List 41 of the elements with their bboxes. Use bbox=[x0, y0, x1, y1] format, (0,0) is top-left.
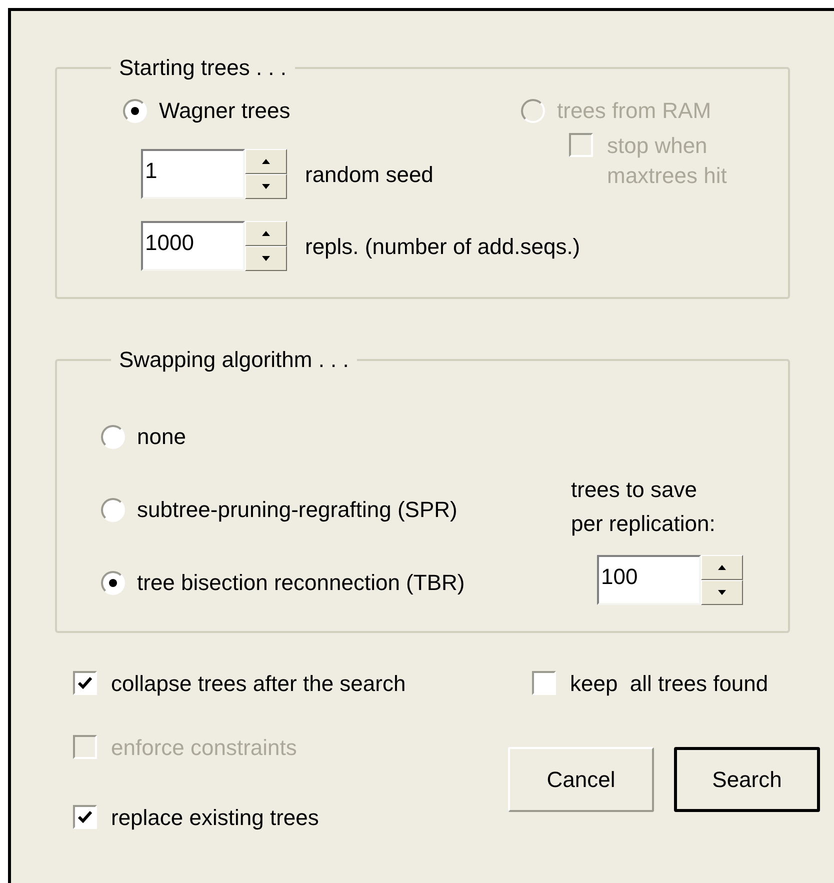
checkbox-label: enforce constraints bbox=[111, 734, 297, 762]
group-title: Swapping algorithm . . . bbox=[118, 346, 350, 374]
dialog-button[interactable]: Cancel bbox=[508, 747, 654, 812]
number-field[interactable]: 1 bbox=[141, 149, 245, 199]
down-triangle-icon bbox=[262, 256, 270, 261]
down-triangle-icon bbox=[262, 184, 270, 189]
checkbox-label: keep all trees found bbox=[570, 670, 768, 698]
checkbox-label: replace existing trees bbox=[111, 804, 319, 832]
radio-label: Wagner trees bbox=[159, 97, 290, 125]
field-label: random seed bbox=[305, 160, 434, 188]
field-label: repls. (number of add.seqs.) bbox=[305, 232, 580, 261]
checkbox[interactable] bbox=[73, 805, 97, 829]
down-triangle-icon bbox=[718, 590, 726, 595]
radio-label: none bbox=[137, 423, 186, 451]
up-triangle-icon bbox=[262, 159, 270, 164]
radio-button[interactable] bbox=[101, 498, 125, 522]
default-button[interactable]: Search bbox=[674, 747, 820, 812]
radio-label: trees from RAM bbox=[557, 97, 712, 125]
check-icon bbox=[77, 676, 93, 690]
spin-down-button[interactable] bbox=[701, 580, 743, 605]
checkbox-label: stop when maxtrees hit bbox=[607, 132, 727, 190]
radio-label: subtree-pruning-regrafting (SPR) bbox=[137, 496, 458, 524]
field-label: trees to save per replication: bbox=[571, 476, 716, 538]
check-icon bbox=[77, 810, 93, 824]
radio-label: tree bisection reconnection (TBR) bbox=[137, 569, 465, 597]
up-triangle-icon bbox=[262, 231, 270, 236]
checkbox[interactable] bbox=[73, 671, 97, 695]
number-field[interactable]: 100 bbox=[597, 555, 701, 605]
radio-button[interactable] bbox=[123, 98, 147, 122]
spin-up-button[interactable] bbox=[245, 221, 287, 246]
spin-up-button[interactable] bbox=[245, 149, 287, 174]
radio-button[interactable] bbox=[101, 424, 125, 448]
group-title: Starting trees . . . bbox=[118, 54, 288, 82]
checkbox[interactable] bbox=[532, 671, 556, 695]
spin-up-button[interactable] bbox=[701, 555, 743, 580]
radio-button[interactable] bbox=[101, 570, 125, 594]
up-triangle-icon bbox=[718, 565, 726, 570]
number-field[interactable]: 1000 bbox=[141, 221, 245, 271]
spin-down-button[interactable] bbox=[245, 246, 287, 271]
checkbox-label: collapse trees after the search bbox=[111, 670, 406, 698]
spin-down-button[interactable] bbox=[245, 174, 287, 199]
